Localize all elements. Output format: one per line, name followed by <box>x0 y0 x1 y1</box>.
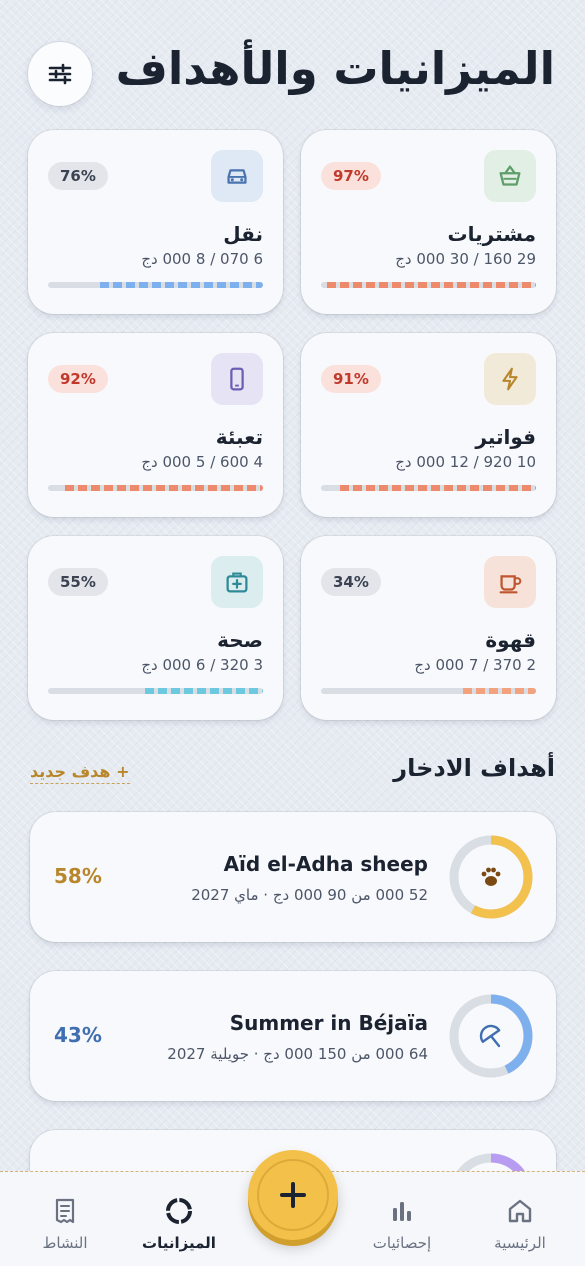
coffee-icon <box>499 575 522 594</box>
basket-icon <box>499 165 521 186</box>
progress-track <box>48 688 263 694</box>
new-goal-link[interactable]: + هدف جديد <box>30 762 130 784</box>
category-amount: 6 070 / 8 000 دج <box>141 250 263 268</box>
category-name: فواتير <box>475 425 536 449</box>
category-name: تعبئة <box>215 425 263 449</box>
progress-fill <box>463 688 536 694</box>
budget-card[interactable]: 92% تعبئة 4 600 / 5 000 دج <box>28 333 283 517</box>
category-name: صحة <box>217 628 263 652</box>
goal-meta: 52 000 من 90 000 دج · ماي 2027 <box>191 886 428 904</box>
goal-name: Summer in Béjaïa <box>229 1011 428 1035</box>
percent-badge: 76% <box>48 162 108 190</box>
budget-card[interactable]: 76% نقل 6 070 / 8 000 دج <box>28 130 283 314</box>
category-icon-box <box>211 556 263 608</box>
progress-track <box>321 485 536 491</box>
phone-icon <box>230 367 244 391</box>
category-icon-box <box>484 150 536 202</box>
progress-track <box>321 282 536 288</box>
category-name: مشتريات <box>447 222 536 246</box>
home-icon <box>508 1199 532 1223</box>
category-icon-box <box>211 353 263 405</box>
progress-track <box>321 688 536 694</box>
goal-meta: 64 000 من 150 000 دج · جويلية 2027 <box>167 1045 428 1063</box>
nav-item-home[interactable]: الرئيسية <box>465 1194 575 1252</box>
category-icon-box <box>484 353 536 405</box>
nav-label-budgets: الميزانيات <box>142 1234 216 1252</box>
goal-card[interactable]: Summer in Béjaïa 64 000 من 150 000 دج · … <box>30 971 556 1101</box>
progress-track <box>48 485 263 491</box>
bolt-icon <box>502 367 518 391</box>
goal-percent: 58% <box>54 864 102 888</box>
progress-fill <box>145 688 263 694</box>
percent-badge: 92% <box>48 365 108 393</box>
umbrella-icon <box>479 1024 501 1048</box>
paw-icon <box>481 867 501 886</box>
nav-label-stats: إحصائيات <box>372 1234 432 1252</box>
section-title: أهداف الادخار <box>393 754 555 782</box>
header: الميزانيات والأهداف <box>28 38 556 108</box>
nav-item-budgets[interactable]: الميزانيات <box>124 1194 234 1252</box>
medkit-icon <box>226 572 248 593</box>
add-button[interactable] <box>248 1150 338 1240</box>
nav-item-activity[interactable]: النشاط <box>10 1194 120 1252</box>
budget-card[interactable]: 34% قهوة 2 370 / 7 000 دج <box>301 536 556 720</box>
goals-section-header: أهداف الادخار + هدف جديد <box>30 754 555 794</box>
goal-card[interactable]: Aïd el-Adha sheep 52 000 من 90 000 دج · … <box>30 812 556 942</box>
budget-card[interactable]: 91% فواتير 10 920 / 12 000 دج <box>301 333 556 517</box>
progress-fill <box>340 485 536 491</box>
progress-fill <box>327 282 536 288</box>
goal-progress-ring <box>449 835 533 919</box>
bar-chart-icon <box>393 1202 411 1221</box>
category-icon-box <box>484 556 536 608</box>
category-icon-box <box>211 150 263 202</box>
goal-name: Aïd el-Adha sheep <box>223 852 428 876</box>
percent-badge: 97% <box>321 162 381 190</box>
goal-progress-ring <box>449 994 533 1078</box>
nav-item-stats[interactable]: إحصائيات <box>347 1194 457 1252</box>
progress-track <box>48 282 263 288</box>
receipt-icon <box>55 1198 75 1224</box>
progress-fill <box>100 282 263 288</box>
category-amount: 10 920 / 12 000 دج <box>395 453 536 471</box>
sliders-icon <box>48 63 72 85</box>
category-name: قهوة <box>485 628 536 652</box>
percent-badge: 34% <box>321 568 381 596</box>
plus-icon <box>280 1182 306 1208</box>
page-title: الميزانيات والأهداف <box>115 42 556 95</box>
nav-label-home: الرئيسية <box>494 1234 546 1252</box>
car-icon <box>227 169 247 184</box>
donut-icon <box>166 1198 192 1224</box>
category-name: نقل <box>223 222 263 246</box>
progress-fill <box>65 485 263 491</box>
percent-badge: 55% <box>48 568 108 596</box>
budget-card[interactable]: 55% صحة 3 320 / 6 000 دج <box>28 536 283 720</box>
category-amount: 4 600 / 5 000 دج <box>141 453 263 471</box>
settings-button[interactable] <box>28 42 92 106</box>
category-amount: 29 160 / 30 000 دج <box>395 250 536 268</box>
budget-card[interactable]: 97% مشتريات 29 160 / 30 000 دج <box>301 130 556 314</box>
nav-label-activity: النشاط <box>42 1234 88 1252</box>
category-amount: 3 320 / 6 000 دج <box>141 656 263 674</box>
category-amount: 2 370 / 7 000 دج <box>414 656 536 674</box>
percent-badge: 91% <box>321 365 381 393</box>
goal-percent: 43% <box>54 1023 102 1047</box>
